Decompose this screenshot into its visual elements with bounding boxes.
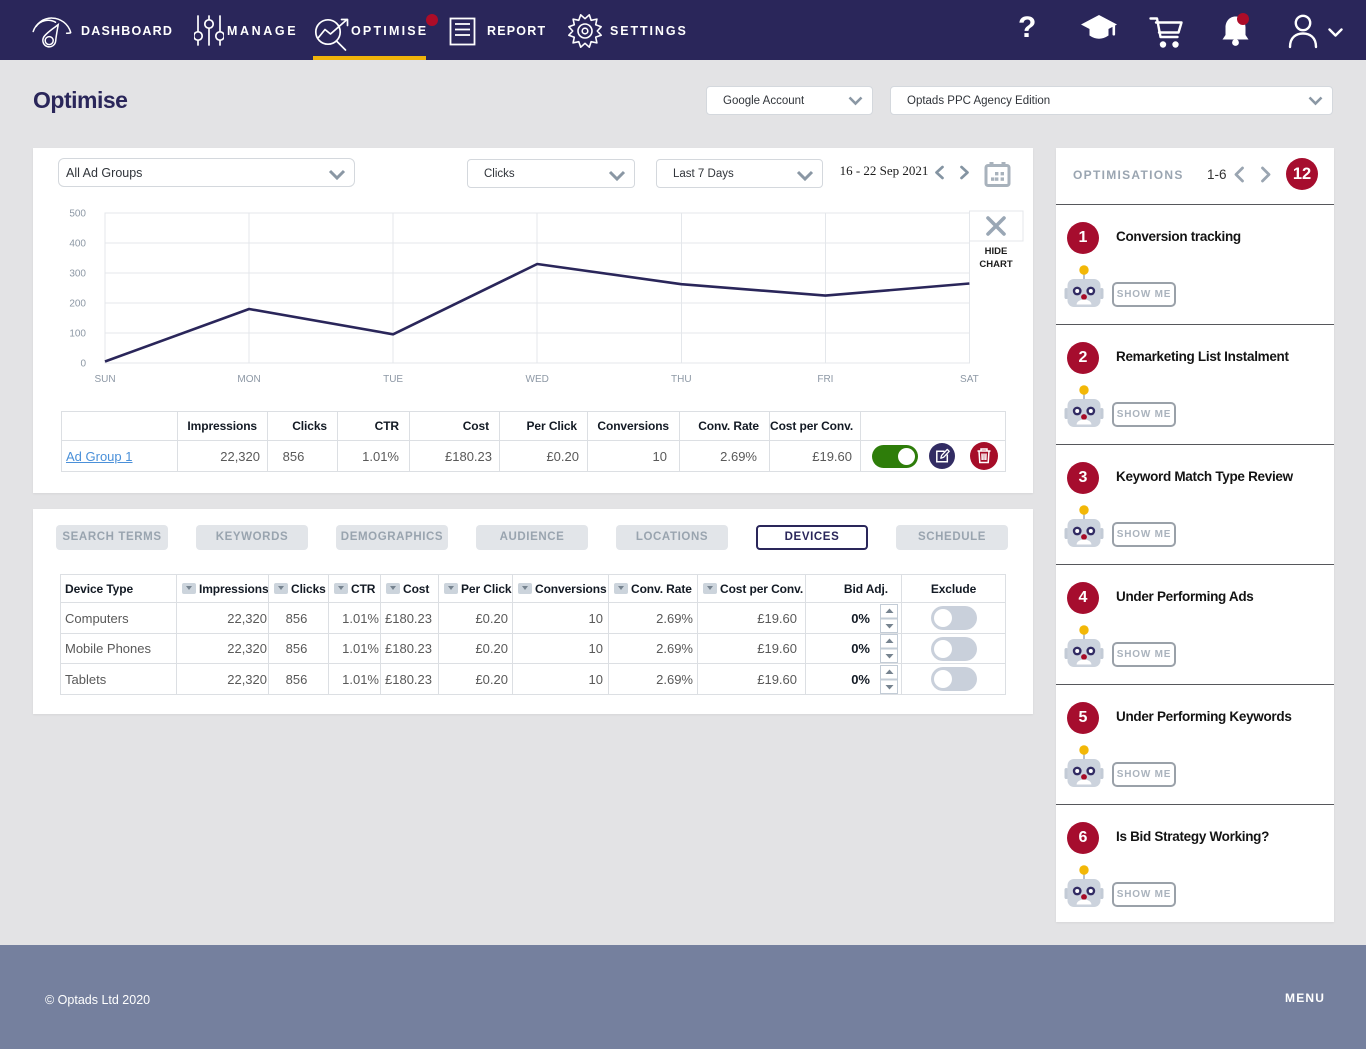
svg-text:SAT: SAT [960, 374, 979, 385]
svg-text:0: 0 [80, 359, 86, 370]
svg-text:HIDE: HIDE [985, 246, 1008, 257]
svg-text:500: 500 [69, 209, 86, 220]
svg-text:MON: MON [237, 374, 260, 385]
svg-text:300: 300 [69, 269, 86, 280]
svg-text:200: 200 [69, 299, 86, 310]
svg-text:FRI: FRI [817, 374, 833, 385]
svg-text:SUN: SUN [94, 374, 115, 385]
svg-text:TUE: TUE [383, 374, 403, 385]
svg-text:WED: WED [526, 374, 549, 385]
svg-text:CHART: CHART [979, 259, 1012, 270]
svg-text:THU: THU [671, 374, 692, 385]
svg-text:100: 100 [69, 329, 86, 340]
svg-text:400: 400 [69, 239, 86, 250]
